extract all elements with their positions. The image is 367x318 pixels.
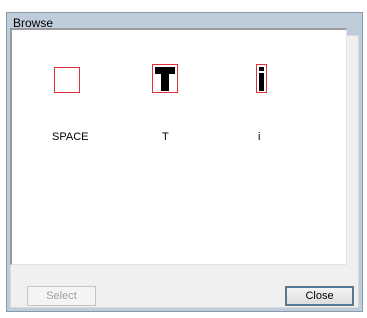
glyph-label-t: T	[162, 131, 169, 143]
glyph-label-space: SPACE	[52, 131, 89, 143]
glyph-preview-i	[256, 64, 267, 93]
glyph-preview-t	[152, 64, 178, 93]
glyph-label-i: i	[258, 131, 261, 143]
glyph-preview-space	[54, 67, 80, 93]
select-button[interactable]: Select	[27, 286, 96, 306]
close-button[interactable]: Close	[285, 286, 354, 306]
glyph-list[interactable]: SPACE T i	[10, 28, 347, 265]
